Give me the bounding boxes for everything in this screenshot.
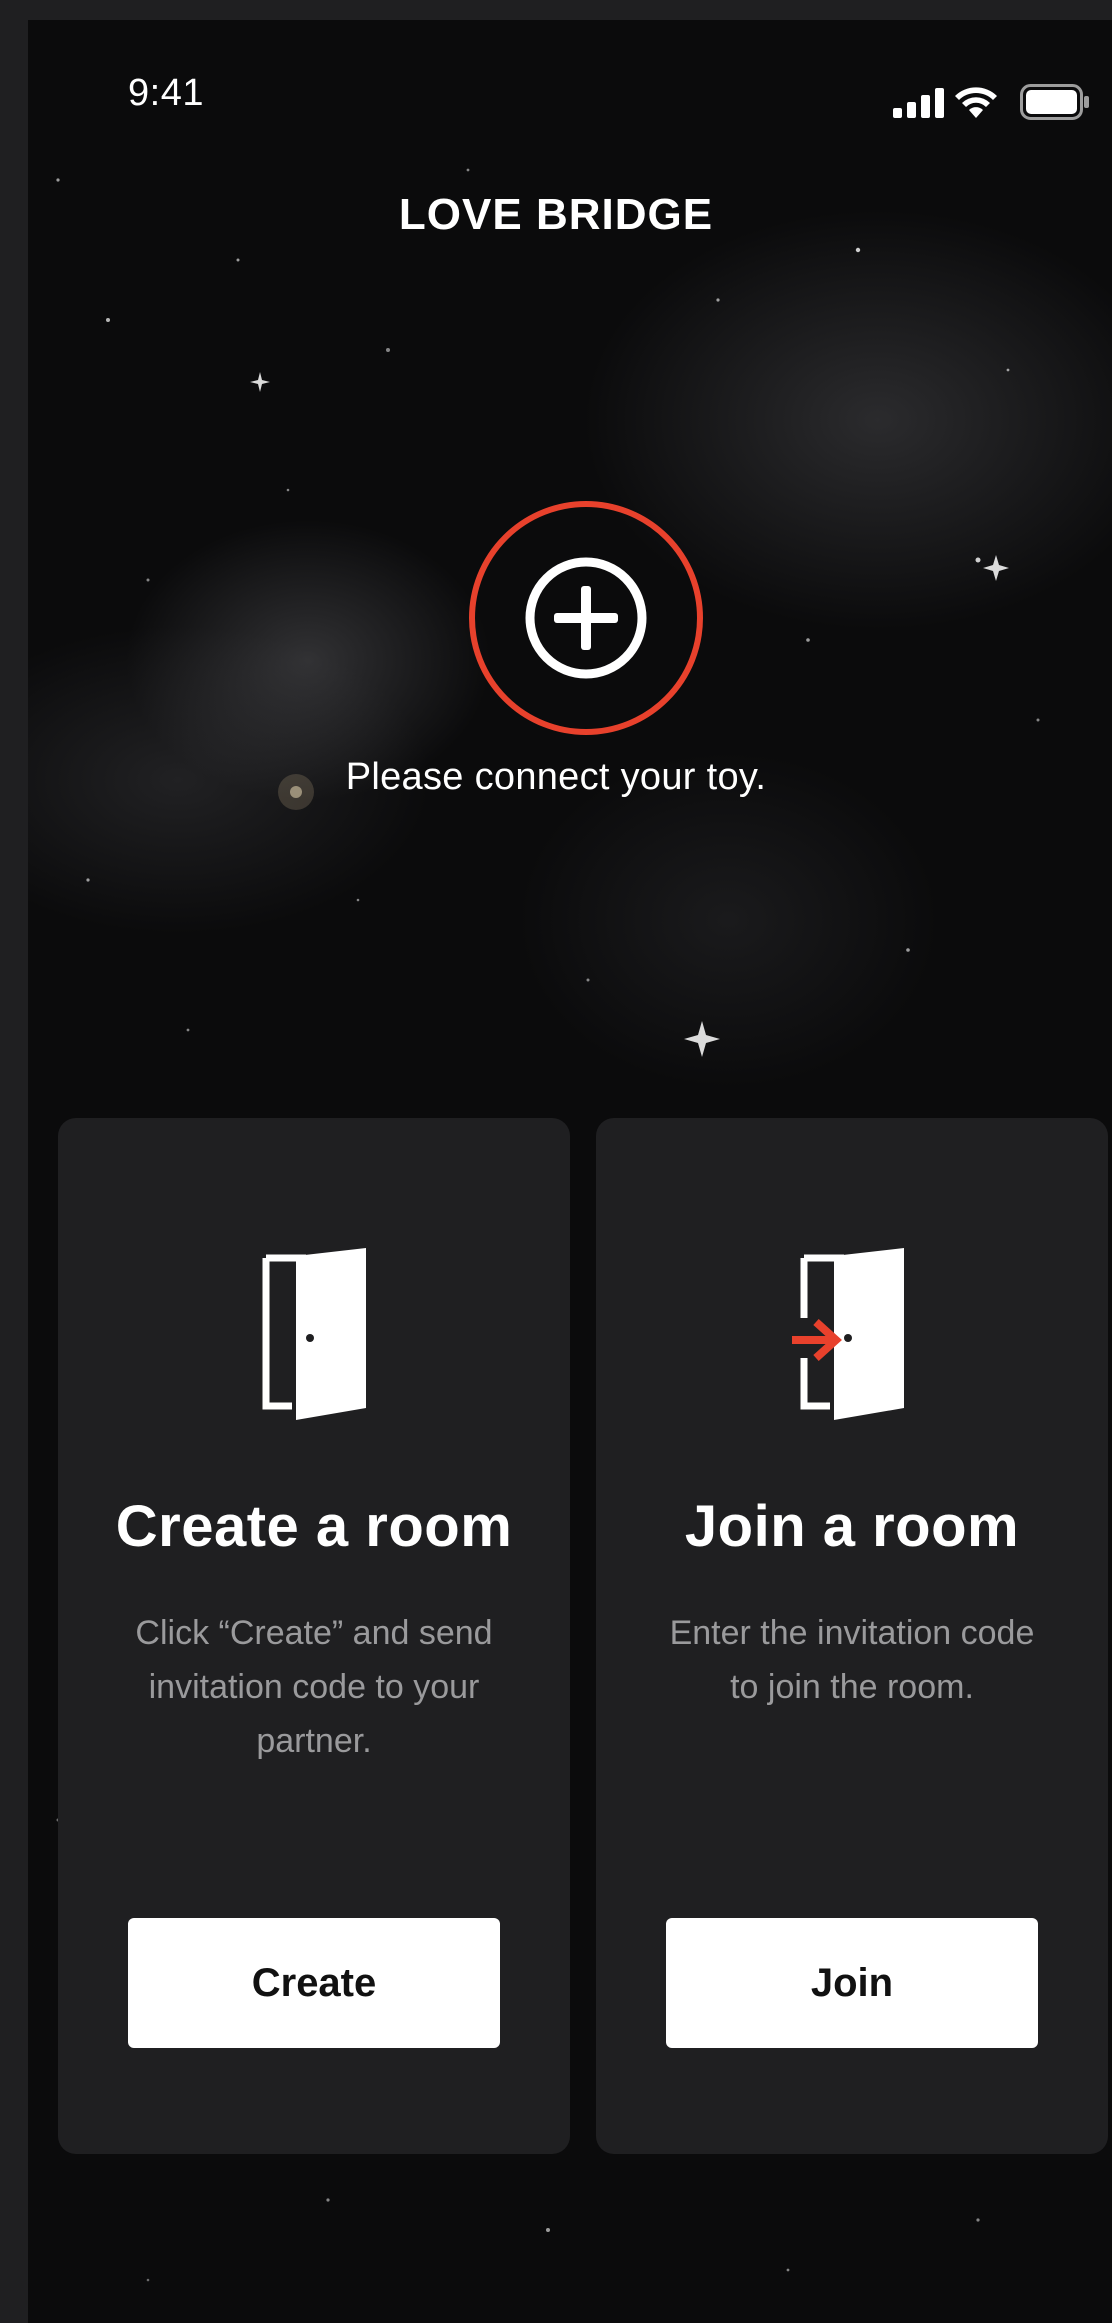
connect-toy-button[interactable]: [466, 498, 706, 738]
join-button[interactable]: Join: [666, 1918, 1038, 2048]
status-bar: 9:41: [28, 20, 1112, 140]
app-title: LOVE BRIDGE: [398, 190, 714, 239]
door-icon: [262, 1248, 366, 1420]
create-room-card: Create a room Click “Create” and send in…: [58, 1118, 570, 2154]
plus-circle-icon: [469, 501, 703, 735]
battery-icon: [1020, 84, 1089, 120]
status-time: 9:41: [128, 72, 204, 114]
join-room-title: Join a room: [684, 1494, 1020, 1559]
join-room-description: Enter the invitation code to join the ro…: [669, 1614, 1035, 1706]
create-room-title: Create a room: [115, 1494, 513, 1559]
door-enter-icon: [792, 1248, 904, 1420]
create-button[interactable]: Create: [128, 1918, 500, 2048]
app-screen: 9:41 LOVE BRIDGE Please connect your toy…: [28, 20, 1112, 2323]
create-room-description: Click “Create” and send invitation code …: [135, 1614, 493, 1760]
wifi-icon: [955, 87, 997, 118]
cellular-signal-icon: [893, 88, 944, 118]
join-room-card: Join a room Enter the invitation code to…: [596, 1118, 1108, 2154]
connect-toy-message: Please connect your toy.: [345, 756, 767, 798]
